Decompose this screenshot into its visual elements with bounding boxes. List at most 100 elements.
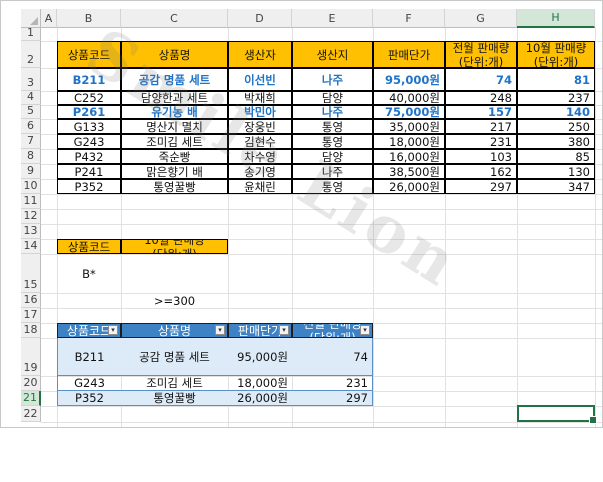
- product-code-cell[interactable]: C252: [57, 91, 121, 105]
- producer-cell[interactable]: 김현수: [228, 134, 292, 149]
- product-name-cell[interactable]: 죽순빵: [121, 149, 228, 164]
- product-code-cell[interactable]: P352: [57, 179, 121, 194]
- row-header-21[interactable]: 21: [21, 391, 41, 406]
- table1-header-cell[interactable]: 상품명: [121, 41, 228, 68]
- origin-cell[interactable]: 통영: [292, 134, 373, 149]
- prev-sales-cell[interactable]: 74: [292, 338, 373, 376]
- prev-sales-cell[interactable]: 297: [445, 179, 517, 194]
- product-code-cell[interactable]: B211: [57, 68, 121, 91]
- row-header-18[interactable]: 18: [21, 323, 41, 338]
- product-code-cell[interactable]: P352: [57, 391, 121, 406]
- product-name-cell[interactable]: 명산지 멸치: [121, 119, 228, 134]
- row-header-11[interactable]: 11: [21, 194, 41, 209]
- column-header-d[interactable]: D: [228, 9, 292, 28]
- table1-header-cell[interactable]: 판매단가: [373, 41, 445, 68]
- oct-sales-cell[interactable]: 130: [517, 164, 595, 179]
- oct-sales-cell[interactable]: 250: [517, 119, 595, 134]
- product-code-cell[interactable]: B211: [57, 338, 121, 376]
- producer-cell[interactable]: 송기영: [228, 164, 292, 179]
- producer-cell[interactable]: 이선빈: [228, 68, 292, 91]
- column-header-h[interactable]: H: [517, 9, 595, 28]
- row-header-3[interactable]: 3: [21, 68, 41, 91]
- row-header-20[interactable]: 20: [21, 376, 41, 391]
- price-cell[interactable]: 95,000원: [228, 338, 292, 376]
- column-header-c[interactable]: C: [121, 9, 228, 28]
- product-code-cell[interactable]: P241: [57, 164, 121, 179]
- row-header-15[interactable]: 15: [21, 254, 41, 293]
- product-name-cell[interactable]: 담양한과 세트: [121, 91, 228, 105]
- row-header-17[interactable]: 17: [21, 308, 41, 323]
- filter-dropdown-icon[interactable]: ▾: [215, 325, 225, 335]
- fill-handle[interactable]: [589, 416, 597, 424]
- row-header-22[interactable]: 22: [21, 406, 41, 422]
- origin-cell[interactable]: 담양: [292, 91, 373, 105]
- column-header-e[interactable]: E: [292, 9, 373, 28]
- row-header-19[interactable]: 19: [21, 338, 41, 376]
- product-name-cell[interactable]: 조미김 세트: [121, 134, 228, 149]
- producer-cell[interactable]: 차수영: [228, 149, 292, 164]
- row-header-1[interactable]: 1: [21, 26, 41, 41]
- price-cell[interactable]: 18,000원: [228, 376, 292, 391]
- price-cell[interactable]: 26,000원: [228, 391, 292, 406]
- row-header-9[interactable]: 9: [21, 164, 41, 179]
- product-code-cell[interactable]: P261: [57, 105, 121, 119]
- criteria-header-oct-sales[interactable]: 10월 판매량 (단위:개): [121, 239, 228, 254]
- row-header-2[interactable]: 2: [21, 41, 41, 68]
- prev-sales-cell[interactable]: 231: [292, 376, 373, 391]
- prev-sales-cell[interactable]: 74: [445, 68, 517, 91]
- table1-header-cell[interactable]: 10월 판매량 (단위:개): [517, 41, 595, 68]
- price-cell[interactable]: 16,000원: [373, 149, 445, 164]
- origin-cell[interactable]: 나주: [292, 105, 373, 119]
- table1-header-cell[interactable]: 생산자: [228, 41, 292, 68]
- criteria-value-oct-sales[interactable]: >=300: [121, 293, 228, 308]
- prev-sales-cell[interactable]: 157: [445, 105, 517, 119]
- oct-sales-cell[interactable]: 140: [517, 105, 595, 119]
- product-name-cell[interactable]: 통영꿀빵: [121, 391, 228, 406]
- column-header-b[interactable]: B: [57, 9, 121, 28]
- spreadsheet-grid[interactable]: ABCDEFGH 1 2 3 4 5 6 7 8 9 10 11 12 13 14 15 16 17 18 19 20…: [0, 0, 603, 428]
- price-cell[interactable]: 40,000원: [373, 91, 445, 105]
- filter-dropdown-icon[interactable]: ▾: [108, 325, 118, 335]
- table2-header-cell[interactable]: 상품코드 ▾: [57, 323, 121, 338]
- producer-cell[interactable]: 박재희: [228, 91, 292, 105]
- price-cell[interactable]: 35,000원: [373, 119, 445, 134]
- prev-sales-cell[interactable]: 297: [292, 391, 373, 406]
- table1-header-cell[interactable]: 생산지: [292, 41, 373, 68]
- row-header-12[interactable]: 12: [21, 209, 41, 224]
- product-name-cell[interactable]: 맑은향기 배: [121, 164, 228, 179]
- oct-sales-cell[interactable]: 237: [517, 91, 595, 105]
- oct-sales-cell[interactable]: 380: [517, 134, 595, 149]
- product-name-cell[interactable]: 공감 명품 세트: [121, 68, 228, 91]
- origin-cell[interactable]: 통영: [292, 179, 373, 194]
- producer-cell[interactable]: 윤채린: [228, 179, 292, 194]
- product-code-cell[interactable]: P432: [57, 149, 121, 164]
- producer-cell[interactable]: 장웅빈: [228, 119, 292, 134]
- filter-dropdown-icon[interactable]: ▾: [279, 325, 289, 335]
- product-code-cell[interactable]: G133: [57, 119, 121, 134]
- prev-sales-cell[interactable]: 162: [445, 164, 517, 179]
- product-name-cell[interactable]: 조미김 세트: [121, 376, 228, 391]
- product-name-cell[interactable]: 공감 명품 세트: [121, 338, 228, 376]
- column-header-a[interactable]: A: [41, 9, 57, 28]
- oct-sales-cell[interactable]: 347: [517, 179, 595, 194]
- price-cell[interactable]: 38,500원: [373, 164, 445, 179]
- row-header-16[interactable]: 16: [21, 293, 41, 308]
- product-name-cell[interactable]: 통영꿀빵: [121, 179, 228, 194]
- price-cell[interactable]: 95,000원: [373, 68, 445, 91]
- row-header-6[interactable]: 6: [21, 119, 41, 134]
- prev-sales-cell[interactable]: 103: [445, 149, 517, 164]
- row-header-14[interactable]: 14: [21, 239, 41, 254]
- row-header-7[interactable]: 7: [21, 134, 41, 149]
- price-cell[interactable]: 75,000원: [373, 105, 445, 119]
- origin-cell[interactable]: 담양: [292, 149, 373, 164]
- row-header-13[interactable]: 13: [21, 224, 41, 239]
- row-header-4[interactable]: 4: [21, 90, 41, 105]
- table2-header-cell[interactable]: 판매단가 ▾: [228, 323, 292, 338]
- row-header-5[interactable]: 5: [21, 104, 41, 119]
- criteria-header-code[interactable]: 상품코드: [57, 239, 121, 254]
- filter-dropdown-icon[interactable]: ▾: [360, 325, 370, 335]
- product-code-cell[interactable]: G243: [57, 134, 121, 149]
- origin-cell[interactable]: 나주: [292, 68, 373, 91]
- prev-sales-cell[interactable]: 217: [445, 119, 517, 134]
- product-code-cell[interactable]: G243: [57, 376, 121, 391]
